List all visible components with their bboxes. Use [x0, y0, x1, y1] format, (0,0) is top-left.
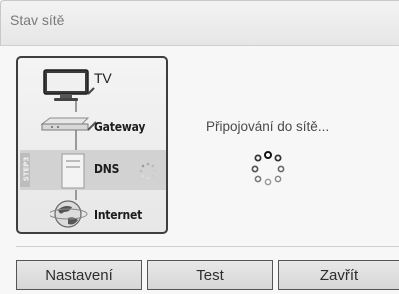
step-label-internet: Internet	[94, 208, 143, 222]
close-button[interactable]: Zavřít	[278, 260, 399, 290]
loading-spinner-icon	[251, 151, 285, 186]
tv-icon	[43, 69, 95, 101]
small-loading-icon	[139, 162, 157, 180]
globe-icon	[50, 200, 88, 228]
router-icon	[40, 117, 97, 131]
step-badge-label: STEP3	[22, 156, 31, 182]
step-badge: STEP3	[20, 153, 30, 187]
settings-button[interactable]: Nastavení	[16, 260, 142, 290]
step-label-gateway: Gateway	[94, 120, 146, 134]
network-status-dialog: Stav sítě STEP3 TV Gateway DNS Internet …	[0, 0, 399, 294]
title-bar: Stav sítě	[0, 0, 399, 46]
connection-status-text: Připojování do sítě...	[206, 119, 330, 134]
test-button[interactable]: Test	[147, 260, 273, 290]
step-label-dns: DNS	[94, 162, 120, 176]
step-label-tv: TV	[94, 70, 112, 86]
dns-server-icon	[61, 153, 85, 189]
network-diagram-panel: STEP3 TV Gateway DNS Internet	[16, 56, 168, 234]
window-title: Stav sítě	[10, 12, 65, 28]
divider	[16, 246, 399, 247]
